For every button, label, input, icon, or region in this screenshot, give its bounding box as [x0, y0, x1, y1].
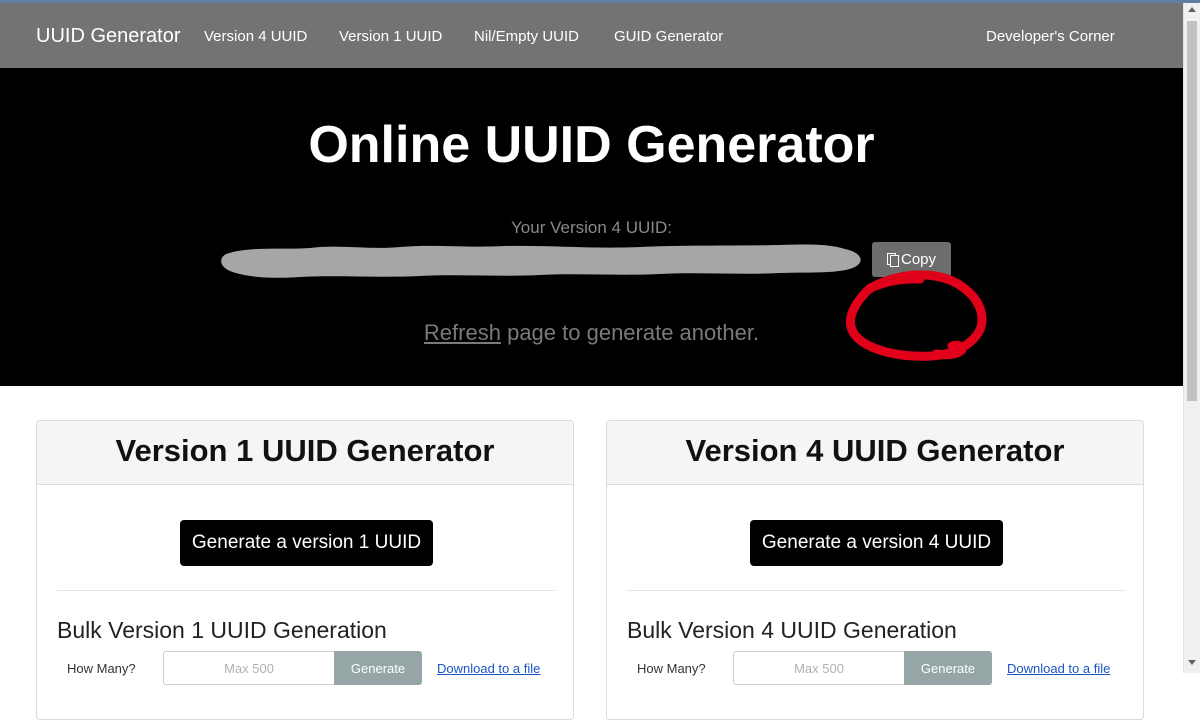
- version-4-card: Version 4 UUID Generator Generate a vers…: [606, 420, 1144, 720]
- scroll-down-arrow-icon[interactable]: [1188, 660, 1196, 665]
- card-header: Version 4 UUID Generator: [607, 421, 1143, 485]
- download-to-file-link[interactable]: Download to a file: [1007, 661, 1110, 676]
- bulk-count-input[interactable]: [163, 651, 335, 685]
- refresh-hint: Refresh page to generate another.: [0, 320, 1183, 346]
- uuid-value-redaction[interactable]: [220, 234, 870, 284]
- divider: [627, 590, 1125, 591]
- copy-button-label: Copy: [900, 251, 937, 268]
- scrollbar-thumb[interactable]: [1187, 21, 1197, 401]
- copy-button[interactable]: Copy: [872, 242, 951, 277]
- card-title: Version 4 UUID Generator: [685, 433, 1065, 468]
- nav-developers-corner[interactable]: Developer's Corner: [986, 28, 1115, 45]
- generate-version-1-button[interactable]: Generate a version 1 UUID: [180, 520, 433, 566]
- download-to-file-link[interactable]: Download to a file: [437, 661, 540, 676]
- nav-version-1-uuid[interactable]: Version 1 UUID: [339, 28, 442, 45]
- nav-version-4-uuid[interactable]: Version 4 UUID: [204, 28, 307, 45]
- divider: [57, 590, 555, 591]
- how-many-label: How Many?: [637, 661, 706, 676]
- hero-section: Online UUID Generator Your Version 4 UUI…: [0, 68, 1183, 386]
- generate-version-4-button[interactable]: Generate a version 4 UUID: [750, 520, 1003, 566]
- vertical-scrollbar[interactable]: [1183, 3, 1200, 673]
- card-header: Version 1 UUID Generator: [37, 421, 573, 485]
- page-title: Online UUID Generator: [308, 116, 875, 174]
- scroll-up-arrow-icon[interactable]: [1188, 7, 1196, 12]
- nav-guid-generator[interactable]: GUID Generator: [614, 28, 723, 45]
- refresh-link[interactable]: Refresh: [424, 320, 501, 345]
- refresh-hint-text: page to generate another.: [500, 320, 760, 345]
- top-navbar: UUID Generator Version 4 UUID Version 1 …: [0, 3, 1183, 68]
- version-1-card: Version 1 UUID Generator Generate a vers…: [36, 420, 574, 720]
- clipboard-icon: [886, 253, 899, 267]
- bulk-title: Bulk Version 4 UUID Generation: [627, 617, 957, 643]
- bulk-generate-button[interactable]: Generate: [334, 651, 422, 685]
- card-title: Version 1 UUID Generator: [115, 433, 495, 468]
- brand-link[interactable]: UUID Generator: [36, 25, 181, 48]
- bulk-title: Bulk Version 1 UUID Generation: [57, 617, 387, 643]
- bulk-count-input[interactable]: [733, 651, 905, 685]
- bulk-generate-button[interactable]: Generate: [904, 651, 992, 685]
- nav-nil-empty-uuid[interactable]: Nil/Empty UUID: [474, 28, 579, 45]
- how-many-label: How Many?: [67, 661, 136, 676]
